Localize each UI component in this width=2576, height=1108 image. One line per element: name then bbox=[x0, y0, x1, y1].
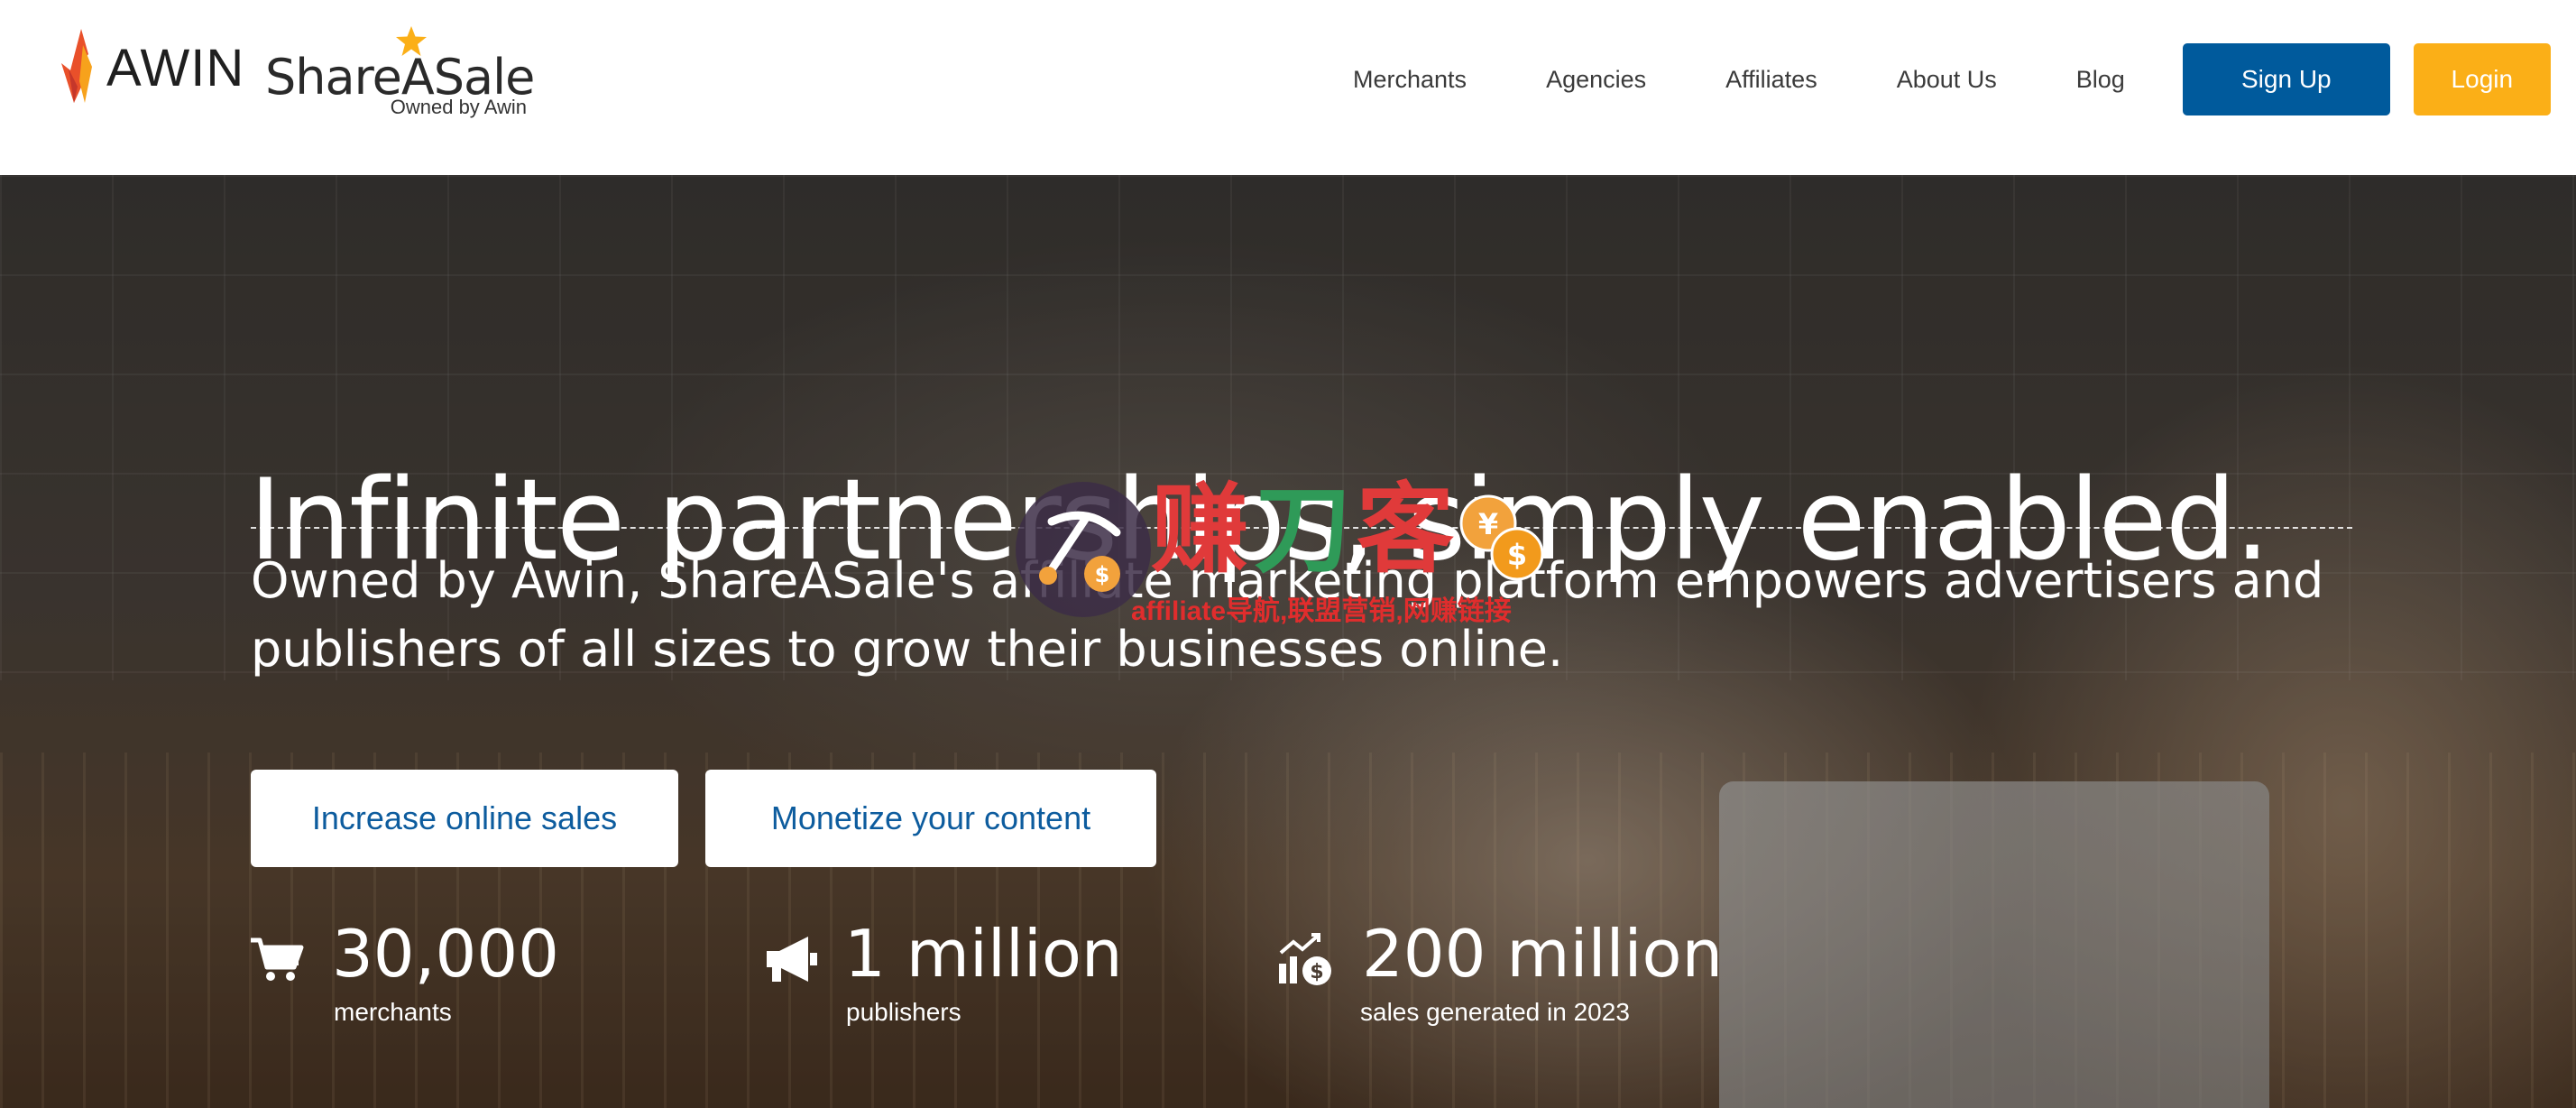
hero-subtitle-line-2: publishers of all sizes to grow their bu… bbox=[251, 621, 1564, 678]
watermark-char-2: 刀 bbox=[1254, 473, 1357, 586]
watermark-caption: affiliate导航,联盟营销,网赚链接 bbox=[1131, 596, 1512, 626]
watermark-char-1: 赚 bbox=[1151, 473, 1255, 586]
stat-value: 30,000 bbox=[332, 916, 559, 992]
stat-label: publishers bbox=[846, 998, 961, 1026]
nav-link-about-us[interactable]: About Us bbox=[1897, 66, 1997, 94]
main-nav: Merchants Agencies Affiliates About Us B… bbox=[1353, 0, 2551, 159]
watermark-overlay: $ 赚刀客 ¥ $ affiliate导航,联盟营销,网赚链接 bbox=[1016, 476, 1575, 626]
hero-cta-group: Increase online sales Monetize your cont… bbox=[251, 770, 1183, 867]
watermark-characters: 赚刀客 bbox=[1151, 476, 1459, 584]
megaphone-icon bbox=[767, 937, 817, 982]
stat-label: merchants bbox=[334, 998, 452, 1026]
login-button[interactable]: Login bbox=[2413, 43, 2551, 115]
site-header: AWIN ShareASale Owned by Awin Merchants … bbox=[0, 0, 2576, 175]
stats-row: 30,000 merchants 1 million publishers $ bbox=[249, 915, 2233, 1068]
svg-text:$: $ bbox=[1507, 538, 1527, 572]
stat-value: 1 million bbox=[844, 916, 1123, 992]
awin-logo[interactable]: AWIN bbox=[61, 27, 244, 103]
increase-online-sales-button[interactable]: Increase online sales bbox=[251, 770, 678, 867]
shareasale-logo[interactable]: ShareASale Owned by Awin bbox=[265, 25, 535, 125]
nav-link-agencies[interactable]: Agencies bbox=[1546, 66, 1646, 94]
svg-text:$: $ bbox=[1310, 961, 1323, 983]
sign-up-button[interactable]: Sign Up bbox=[2182, 43, 2390, 115]
shopping-cart-icon bbox=[251, 937, 304, 981]
coins-icon: ¥ $ bbox=[1459, 494, 1544, 581]
nav-link-affiliates[interactable]: Affiliates bbox=[1725, 66, 1817, 94]
svg-text:¥: ¥ bbox=[1478, 507, 1498, 541]
owned-by-awin-tagline: Owned by Awin bbox=[390, 96, 527, 118]
monetize-content-button[interactable]: Monetize your content bbox=[705, 770, 1156, 867]
awin-wordmark: AWIN bbox=[106, 39, 245, 97]
nav-link-blog[interactable]: Blog bbox=[2076, 66, 2125, 94]
nav-link-merchants[interactable]: Merchants bbox=[1353, 66, 1467, 94]
watermark-char-3: 客 bbox=[1357, 473, 1460, 586]
stat-label: sales generated in 2023 bbox=[1360, 998, 1630, 1026]
hero-section: Infinite partnerships, simply enabled. O… bbox=[0, 175, 2576, 1108]
growth-chart-dollar-icon: $ bbox=[1279, 933, 1331, 985]
svg-text:$: $ bbox=[1095, 562, 1110, 587]
stat-value: 200 million bbox=[1362, 916, 1724, 992]
awin-flame-icon bbox=[61, 29, 92, 103]
